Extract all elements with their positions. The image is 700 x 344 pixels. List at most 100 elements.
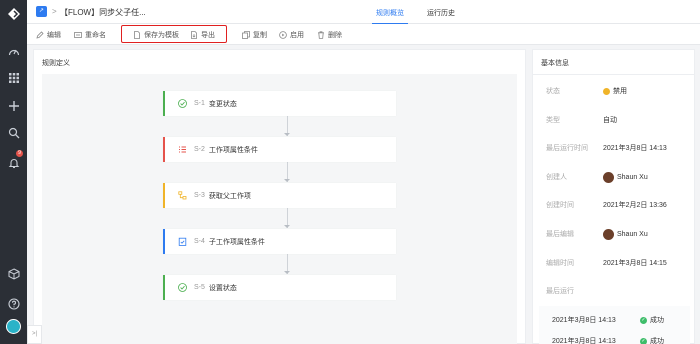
connector-arrow — [284, 133, 290, 136]
cube-icon[interactable] — [6, 266, 21, 281]
run-date: 2021年3月8日 14:13 — [552, 317, 616, 324]
status-value: 禁用 — [613, 88, 627, 95]
add-icon[interactable] — [6, 98, 21, 113]
step-id: S-4 — [194, 238, 205, 245]
avatar — [603, 229, 614, 240]
help-icon[interactable] — [6, 296, 21, 311]
created-time-field: 创建时间 2021年2月2日 13:36 — [546, 200, 691, 210]
flow-step[interactable]: S-1 变更状态 — [163, 91, 396, 116]
save-as-template-label: 保存为模板 — [144, 32, 179, 39]
field-label: 状态 — [546, 88, 560, 95]
list-item[interactable]: 2021年3月8日 14:13 ✓ 成功 — [552, 315, 692, 325]
edited-time-value: 2021年3月8日 14:15 — [603, 260, 667, 267]
status-dot-icon — [603, 87, 610, 95]
type-value: 自动 — [603, 117, 617, 124]
app-logo-icon[interactable] — [6, 6, 21, 21]
field-label: 类型 — [546, 117, 560, 124]
left-nav-rail: 9 — [0, 0, 27, 344]
condition-list-icon — [178, 145, 187, 154]
notification-badge: 9 — [16, 150, 23, 157]
export-label: 导出 — [201, 32, 215, 39]
success-check-icon: ✓ — [640, 316, 647, 324]
step-name: 设置状态 — [208, 284, 237, 292]
run-result-wrap: ✓ 成功 — [640, 336, 664, 344]
rename-button[interactable]: 重命名 — [74, 30, 106, 40]
step-name: 工作项属性条件 — [208, 146, 258, 154]
check-circle-icon — [178, 99, 187, 108]
last-editor-field: 最后编辑 Shaun Xu — [546, 229, 691, 240]
last-runs-field: 最后运行 — [546, 286, 691, 296]
flow-canvas: S-1 变更状态 S-2 工作项属性条件 S-3 获取父工作项 S-4 子工作项… — [42, 74, 517, 344]
creator-value: Shaun Xu — [617, 174, 648, 181]
enable-label: 启用 — [290, 32, 304, 39]
delete-button[interactable]: 删除 — [317, 30, 342, 40]
connector-arrow — [284, 225, 290, 228]
step-id: S-5 — [194, 284, 205, 291]
clipboard-check-icon — [178, 237, 187, 246]
flow-step[interactable]: S-2 工作项属性条件 — [163, 137, 396, 162]
edit-button[interactable]: 编辑 — [36, 30, 61, 40]
field-label: 最后运行时间 — [546, 145, 588, 152]
success-check-icon: ✓ — [640, 337, 647, 344]
run-date: 2021年3月8日 14:13 — [552, 338, 616, 344]
divider — [533, 74, 694, 75]
copy-icon — [242, 31, 250, 39]
field-label: 最后运行 — [546, 288, 574, 295]
check-circle-icon — [178, 283, 187, 292]
last-editor-value-wrap: Shaun Xu — [603, 229, 648, 240]
apps-grid-icon[interactable] — [6, 70, 21, 85]
export-icon — [191, 31, 197, 39]
export-button[interactable]: 导出 — [190, 30, 215, 40]
type-field: 类型 自动 — [546, 115, 691, 125]
run-result-wrap: ✓ 成功 — [640, 315, 664, 325]
created-time-value: 2021年2月2日 13:36 — [603, 202, 667, 209]
toolbar: 编辑 重命名 保存为模板 导出 复制 启用 删除 — [27, 24, 700, 45]
basic-info-panel: 基本信息 状态 禁用 类型 自动 最后运行时间 2021年3月8日 14:13 … — [532, 49, 695, 344]
creator-field: 创建人 Shaun Xu — [546, 172, 691, 183]
field-label: 编辑时间 — [546, 260, 574, 267]
tab-run-history[interactable]: 运行历史 — [427, 8, 455, 18]
pencil-icon — [36, 31, 44, 39]
list-item[interactable]: 2021年3月8日 14:13 ✓ 成功 — [552, 336, 692, 344]
field-label: 最后编辑 — [546, 231, 574, 238]
template-icon — [134, 31, 140, 39]
avatar — [603, 172, 614, 183]
creator-value-wrap: Shaun Xu — [603, 172, 648, 183]
last-run-time-field: 最后运行时间 2021年3月8日 14:13 — [546, 143, 691, 153]
header-bar: ↗ > 【FLOW】同步父子任... 规则概览 运行历史 — [27, 0, 700, 25]
play-circle-icon — [279, 31, 287, 39]
rule-definition-panel: 规则定义 S-1 变更状态 S-2 工作项属性条件 S-3 获取父工作项 S-4 — [33, 49, 526, 344]
save-as-template-button[interactable]: 保存为模板 — [133, 30, 179, 40]
dashboard-icon[interactable] — [6, 44, 21, 59]
page-title: 【FLOW】同步父子任... — [60, 8, 146, 17]
field-label: 创建人 — [546, 174, 567, 181]
copy-button[interactable]: 复制 — [242, 30, 267, 40]
status-field: 状态 禁用 — [546, 86, 691, 96]
step-id: S-1 — [194, 100, 205, 107]
field-label: 创建时间 — [546, 202, 574, 209]
edit-label: 编辑 — [47, 32, 61, 39]
flow-step[interactable]: S-5 设置状态 — [163, 275, 396, 300]
connector-arrow — [284, 179, 290, 182]
search-icon[interactable] — [6, 125, 21, 140]
edited-time-field: 编辑时间 2021年3月8日 14:15 — [546, 258, 691, 268]
notification-bell-icon[interactable] — [6, 155, 21, 170]
step-name: 获取父工作项 — [208, 192, 251, 200]
step-id: S-2 — [194, 146, 205, 153]
run-result: 成功 — [650, 338, 664, 344]
last-editor-value: Shaun Xu — [617, 231, 648, 238]
step-id: S-3 — [194, 192, 205, 199]
last-run-time-value: 2021年3月8日 14:13 — [603, 145, 667, 152]
enable-button[interactable]: 启用 — [279, 30, 304, 40]
hierarchy-icon — [178, 191, 187, 200]
flow-step[interactable]: S-4 子工作项属性条件 — [163, 229, 396, 254]
flow-app-icon: ↗ — [36, 6, 47, 17]
user-avatar[interactable] — [6, 319, 21, 334]
flow-step[interactable]: S-3 获取父工作项 — [163, 183, 396, 208]
tab-rule-overview[interactable]: 规则概览 — [372, 8, 408, 25]
copy-label: 复制 — [253, 32, 267, 39]
expand-sidebar-button[interactable]: >| — [27, 325, 42, 344]
breadcrumb-separator: > — [52, 7, 57, 16]
trash-icon — [318, 31, 324, 39]
step-name: 变更状态 — [208, 100, 237, 108]
